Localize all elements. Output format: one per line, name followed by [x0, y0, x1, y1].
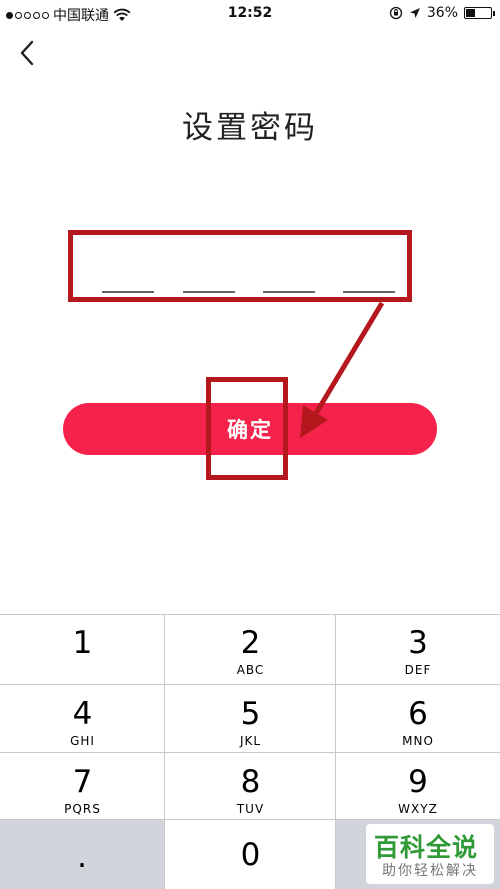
key-0[interactable]: 0: [165, 820, 336, 889]
key-7[interactable]: 7 PQRS: [0, 753, 165, 819]
watermark-title: 百科全说: [374, 833, 479, 862]
password-input[interactable]: [68, 230, 412, 302]
key-letters: JKL: [239, 734, 262, 748]
key-letters: DEF: [404, 663, 432, 677]
key-dot[interactable]: .: [0, 820, 164, 889]
key-6[interactable]: 6 MNO: [336, 685, 500, 752]
key-letters: ABC: [236, 663, 265, 677]
key-8[interactable]: 8 TUV: [165, 753, 336, 819]
back-chevron-icon[interactable]: [14, 38, 42, 68]
key-3[interactable]: 3 DEF: [336, 614, 500, 684]
key-number: 7: [72, 764, 93, 800]
key-number: 0: [240, 837, 261, 873]
page-title: 设置密码: [182, 110, 318, 146]
key-letters: GHI: [70, 734, 95, 748]
status-right: 36%: [389, 5, 495, 21]
key-number: 3: [408, 625, 428, 661]
key-1[interactable]: 1: [0, 614, 165, 684]
key-number: 4: [72, 696, 93, 732]
key-number: 6: [408, 696, 428, 732]
status-bar: 中国联通 12:52 36%: [0, 0, 500, 28]
key-number: 5: [240, 696, 261, 732]
annotation-highlight-box: [68, 230, 412, 302]
key-2[interactable]: 2 ABC: [165, 614, 336, 684]
watermark-subtitle: 助你轻松解决: [382, 863, 478, 879]
key-number: .: [77, 839, 87, 875]
location-arrow-icon: [409, 8, 420, 18]
key-letters: WXYZ: [398, 802, 438, 816]
key-5[interactable]: 5 JKL: [165, 685, 336, 752]
key-number: 1: [72, 625, 93, 661]
orientation-lock-icon: [389, 6, 403, 20]
watermark-logo: 百科全说 助你轻松解决: [366, 824, 494, 884]
battery-icon: [464, 7, 495, 19]
key-number: 8: [240, 764, 261, 800]
annotation-highlight-box: [206, 377, 288, 480]
battery-percent: 36%: [426, 5, 458, 21]
key-4[interactable]: 4 GHI: [0, 685, 165, 752]
key-number: 2: [240, 625, 261, 661]
key-number: 9: [408, 764, 428, 800]
key-letters: PQRS: [64, 802, 101, 816]
key-9[interactable]: 9 WXYZ: [336, 753, 500, 819]
key-letters: MNO: [402, 734, 434, 748]
key-letters: TUV: [236, 802, 265, 816]
